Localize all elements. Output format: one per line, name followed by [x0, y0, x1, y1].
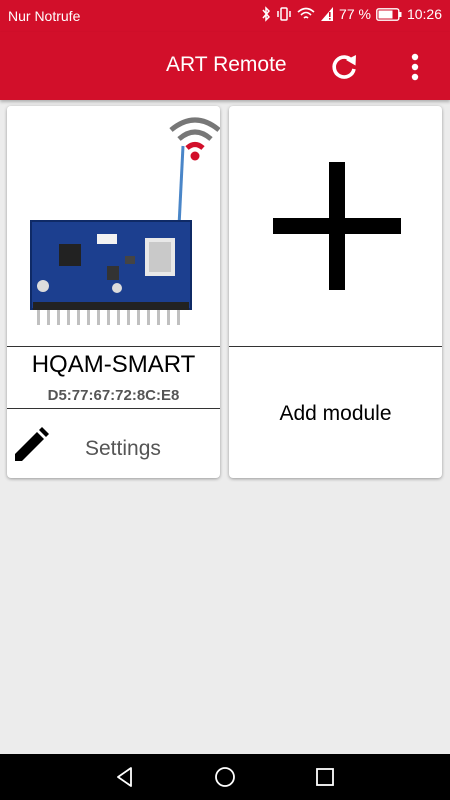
battery-percent: 77 % [339, 6, 371, 22]
back-icon[interactable] [114, 766, 136, 788]
plus-icon [273, 162, 401, 290]
add-module-label: Add module [279, 402, 392, 425]
pencil-icon [15, 427, 49, 461]
module-card[interactable]: HQAM-SMART D5:77:67:72:8C:E8 Settings [7, 106, 220, 478]
settings-label: Settings [85, 437, 161, 460]
status-bar: Nur Notrufe 77 % 10:26 [0, 0, 450, 32]
add-module-card[interactable]: Add module [229, 106, 442, 478]
clock: 10:26 [406, 6, 442, 22]
alert-signal-icon [321, 7, 334, 21]
settings-button[interactable]: Settings [7, 409, 220, 478]
refresh-icon [332, 55, 356, 79]
recents-icon[interactable] [314, 766, 336, 788]
overflow-menu-button[interactable] [400, 49, 430, 85]
module-name-text: HQAM-SMART [31, 351, 196, 378]
page-title: ART Remote [166, 53, 287, 76]
more-vert-icon [411, 53, 419, 81]
status-indicators: 77 % 10:26 [261, 6, 442, 22]
app-bar: ART Remote [0, 32, 450, 100]
bluetooth-icon [262, 6, 271, 22]
navigation-bar [0, 754, 450, 800]
vibrate-icon [277, 7, 291, 21]
module-mac-address: D5:77:67:72:8C:E8 [47, 387, 180, 404]
battery-icon [376, 7, 402, 21]
refresh-button[interactable] [326, 49, 362, 85]
wifi-status-icon [297, 7, 315, 19]
module-name: HQAM-SMART [7, 346, 220, 379]
card-divider [229, 346, 442, 347]
wifi-signal-icon [169, 117, 220, 161]
home-icon[interactable] [214, 766, 236, 788]
carrier-label: Nur Notrufe [8, 8, 81, 24]
